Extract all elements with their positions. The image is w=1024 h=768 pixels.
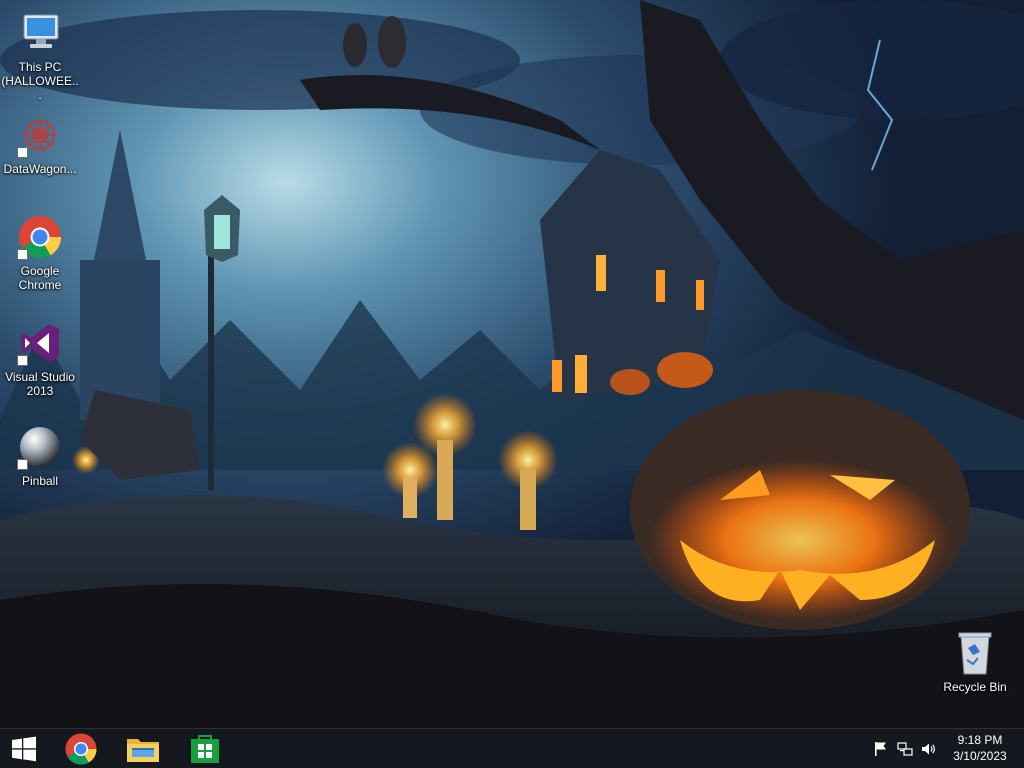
desktop-icon-label: Pinball: [21, 474, 59, 488]
clock-time: 9:18 PM: [957, 733, 1003, 747]
desktop-icon-datawagon[interactable]: DataWagon...: [0, 110, 80, 176]
computer-icon: [15, 8, 65, 58]
chrome-icon: [65, 733, 97, 765]
file-explorer-icon: [127, 739, 159, 762]
network-icon[interactable]: [897, 741, 913, 757]
desktop-icon-label: This PC (HALLOWEE...: [1, 60, 79, 102]
desktop-icon-visual-studio-2013[interactable]: Visual Studio 2013: [0, 318, 80, 398]
taskbar-store-button[interactable]: [181, 729, 229, 768]
desktop-icon-label: Google Chrome: [18, 264, 62, 292]
desktop[interactable]: This PC (HALLOWEE... DataWagon... Google…: [0, 0, 1024, 768]
desktop-icon-label: DataWagon...: [3, 162, 77, 176]
shortcut-arrow-icon: [17, 249, 28, 260]
shortcut-arrow-icon: [17, 147, 28, 158]
taskbar-chrome-button[interactable]: [57, 729, 105, 768]
recycle-bin-icon: [950, 628, 1000, 678]
shortcut-arrow-icon: [17, 459, 28, 470]
desktop-icon-pinball[interactable]: Pinball: [0, 422, 80, 488]
desktop-icon-label: Recycle Bin: [943, 680, 1007, 694]
halloween-wallpaper: [0, 0, 1024, 728]
taskbar: 9:18 PM 3/10/2023: [0, 728, 1024, 768]
action-center-flag-icon[interactable]: [873, 741, 889, 757]
system-clock[interactable]: 9:18 PM 3/10/2023: [944, 732, 1016, 764]
shortcut-arrow-icon: [17, 355, 28, 366]
pinball-icon: [15, 422, 65, 472]
windows-logo-icon: [12, 736, 36, 762]
datawagon-icon: [15, 110, 65, 160]
store-icon: [191, 735, 219, 763]
desktop-icon-this-pc[interactable]: This PC (HALLOWEE...: [0, 8, 80, 102]
volume-icon[interactable]: [921, 741, 937, 757]
taskbar-file-explorer-button[interactable]: [119, 729, 167, 768]
start-button[interactable]: [0, 729, 48, 768]
chrome-icon: [15, 212, 65, 262]
visual-studio-icon: [15, 318, 65, 368]
desktop-icon-google-chrome[interactable]: Google Chrome: [0, 212, 80, 292]
desktop-icon-recycle-bin[interactable]: Recycle Bin: [935, 628, 1015, 694]
clock-date: 3/10/2023: [953, 749, 1007, 763]
desktop-icon-label: Visual Studio 2013: [5, 370, 75, 398]
